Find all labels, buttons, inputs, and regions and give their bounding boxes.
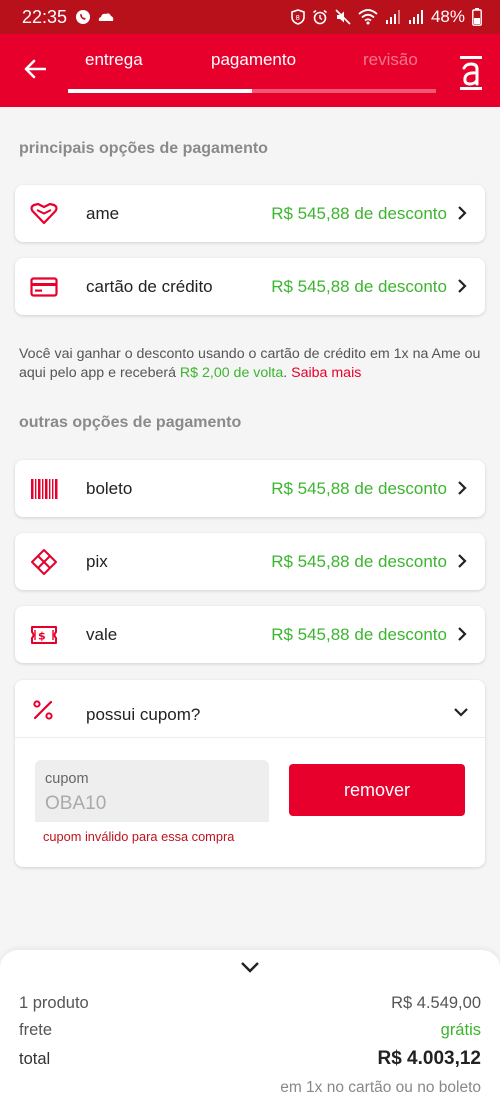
chevron-right-icon	[458, 279, 467, 293]
stepper-progress-track	[68, 89, 436, 93]
chevron-right-icon	[458, 206, 467, 220]
signal-icon-2	[408, 10, 423, 24]
whatsapp-icon	[76, 10, 91, 24]
payment-option-label: vale	[86, 624, 118, 644]
status-time: 22:35	[22, 6, 68, 27]
chevron-right-icon	[458, 627, 467, 641]
payment-option-credit-card[interactable]: cartão de crédito R$ 545,88 de desconto	[15, 258, 485, 315]
summary-shipping-row: frete grátis	[19, 1021, 481, 1040]
order-summary: 1 produto R$ 4.549,00 frete grátis total…	[0, 950, 500, 1111]
summary-shipping-value: grátis	[440, 1021, 481, 1039]
svg-text:8: 8	[295, 14, 299, 22]
barcode-icon	[29, 474, 59, 504]
coupon-panel: possui cupom? cupom OBA10 remover cupom …	[15, 680, 485, 867]
remove-coupon-button[interactable]: remover	[289, 764, 465, 816]
cloud-sync-icon	[98, 13, 114, 21]
ame-heart-icon	[29, 199, 59, 229]
americanas-logo-icon	[460, 56, 482, 90]
stepper-progress-fill	[68, 89, 252, 93]
svg-text:$: $	[38, 630, 46, 643]
coupon-title: possui cupom?	[86, 705, 201, 724]
payment-option-discount: R$ 545,88 de desconto	[271, 551, 447, 571]
checkout-stepper: entrega pagamento revisão	[68, 34, 436, 107]
chevron-right-icon	[458, 554, 467, 568]
percent-icon	[33, 700, 53, 720]
payment-option-discount: R$ 545,88 de desconto	[271, 276, 447, 296]
payment-option-discount: R$ 545,88 de desconto	[271, 478, 447, 498]
voucher-icon: $	[29, 620, 59, 650]
coupon-error-message: cupom inválido para essa compra	[43, 829, 235, 844]
summary-payment-note: em 1x no cartão ou no boleto	[280, 1079, 481, 1096]
summary-products-label: 1 produto	[19, 994, 89, 1012]
coupon-field[interactable]: cupom OBA10	[35, 760, 269, 822]
step-entrega[interactable]: entrega	[85, 50, 143, 70]
status-left-icons	[75, 9, 115, 25]
wifi-icon	[358, 9, 378, 25]
step-revisao: revisão	[363, 50, 418, 69]
summary-total-value: R$ 4.003,12	[377, 1048, 481, 1069]
pix-icon	[29, 547, 59, 577]
summary-shipping-label: frete	[19, 1021, 53, 1039]
coupon-field-value: OBA10	[45, 793, 107, 814]
payment-option-discount: R$ 545,88 de desconto	[271, 624, 447, 644]
arrow-left-icon	[24, 59, 46, 79]
coupon-field-label: cupom	[45, 771, 89, 787]
other-options-title: outras opções de pagamento	[19, 414, 242, 431]
collapse-summary-chevron-icon[interactable]	[240, 960, 260, 974]
payment-option-label: ame	[86, 203, 120, 223]
learn-more-link[interactable]: Saiba mais	[291, 365, 361, 381]
mute-icon	[335, 9, 351, 25]
coupon-toggle[interactable]: possui cupom?	[15, 680, 485, 738]
status-right-icons: 8 48%	[291, 7, 482, 27]
battery-icon	[472, 8, 482, 26]
summary-products-row: 1 produto R$ 4.549,00	[19, 994, 481, 1013]
summary-total-row: total R$ 4.003,12	[19, 1048, 481, 1069]
chevron-down-icon	[454, 708, 468, 717]
summary-products-value: R$ 4.549,00	[391, 994, 481, 1012]
credit-card-icon	[29, 272, 59, 302]
payment-option-pix[interactable]: pix R$ 545,88 de desconto	[15, 533, 485, 590]
payment-option-label: boleto	[86, 478, 133, 498]
signal-icon	[385, 10, 400, 24]
payment-option-ame[interactable]: ame R$ 545,88 de desconto	[15, 185, 485, 242]
alarm-icon	[312, 9, 327, 25]
payment-option-label: cartão de crédito	[86, 276, 213, 296]
cashback-amount: R$ 2,00 de volta	[179, 365, 284, 381]
main-options-title: principais opções de pagamento	[19, 140, 268, 157]
summary-total-label: total	[19, 1050, 51, 1068]
battery-level: 48%	[430, 7, 465, 26]
cashback-separator: .	[283, 365, 292, 381]
payment-option-discount: R$ 545,88 de desconto	[271, 203, 447, 223]
step-pagamento[interactable]: pagamento	[211, 50, 296, 70]
alarm-shield-icon: 8	[291, 9, 305, 25]
chevron-right-icon	[458, 481, 467, 495]
payment-option-label: pix	[86, 551, 108, 571]
payment-option-boleto[interactable]: boleto R$ 545,88 de desconto	[15, 460, 485, 517]
payment-option-vale[interactable]: $ vale R$ 545,88 de desconto	[15, 606, 485, 663]
checkout-header: entrega pagamento revisão	[0, 34, 500, 107]
status-bar: 22:35 8 48%	[0, 0, 500, 34]
back-button[interactable]	[20, 54, 50, 84]
cashback-note: Você vai ganhar o desconto usando o cart…	[19, 345, 481, 383]
